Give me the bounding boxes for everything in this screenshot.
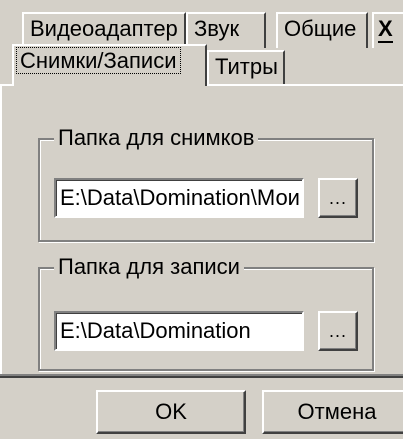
- tab-panel: Папка для снимков E:\Data\Domination\Мои…: [0, 84, 403, 374]
- recordings-folder-legend: Папка для записи: [54, 254, 244, 280]
- screenshots-browse-button[interactable]: ...: [318, 178, 358, 218]
- screenshots-folder-group: Папка для снимков E:\Data\Domination\Мои…: [38, 125, 374, 242]
- screenshots-path-input[interactable]: E:\Data\Domination\Мои: [54, 178, 304, 218]
- tab-sound[interactable]: Звук: [186, 12, 266, 48]
- tab-label: Видеоадаптер: [30, 16, 178, 41]
- tab-label: Титры: [215, 54, 278, 79]
- tab-scroll-x[interactable]: X: [372, 12, 403, 48]
- tab-titles[interactable]: Титры: [207, 50, 285, 84]
- recordings-browse-button[interactable]: ...: [318, 311, 358, 351]
- cancel-button[interactable]: Отмена: [262, 390, 403, 434]
- tab-label: Общие: [284, 16, 357, 41]
- recordings-path-input[interactable]: E:\Data\Domination: [54, 311, 304, 351]
- tab-videoadapter[interactable]: Видеоадаптер: [22, 12, 186, 48]
- ok-button[interactable]: OK: [96, 390, 246, 434]
- tab-label: X: [378, 16, 393, 43]
- tab-screenshots-recordings[interactable]: Снимки/Записи: [12, 44, 207, 86]
- panel-bottom-border: [0, 374, 403, 378]
- recordings-folder-group: Папка для записи E:\Data\Domination ...: [38, 254, 374, 371]
- tab-label: Снимки/Записи: [16, 47, 181, 74]
- tab-general[interactable]: Общие: [276, 12, 368, 48]
- tab-label: Звук: [194, 16, 240, 41]
- screenshots-folder-legend: Папка для снимков: [54, 125, 259, 151]
